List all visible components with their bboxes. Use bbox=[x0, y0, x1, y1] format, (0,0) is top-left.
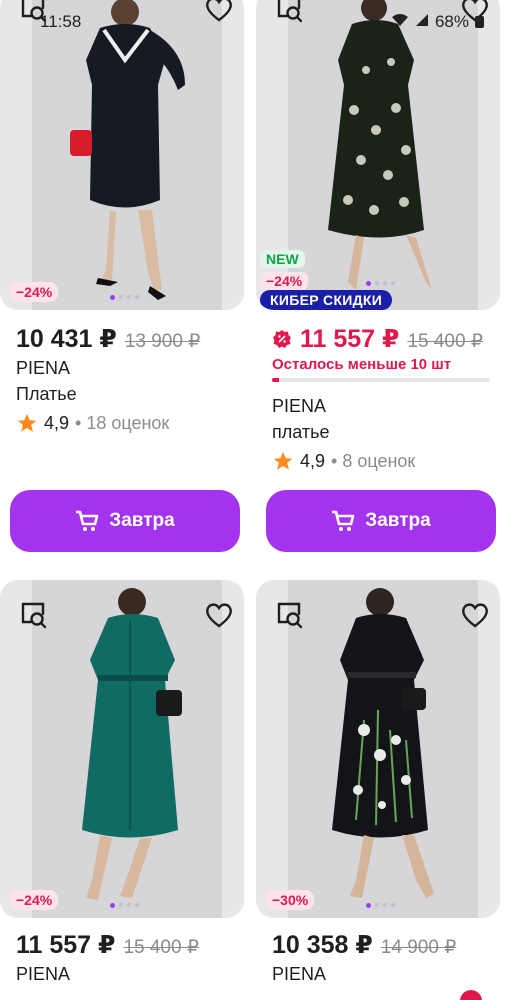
price-current: 11 557 ₽ bbox=[16, 931, 116, 959]
image-pager bbox=[366, 903, 395, 908]
find-similar-icon bbox=[21, 602, 47, 629]
button-label: Завтра bbox=[109, 510, 175, 531]
stock-bar-fill bbox=[272, 378, 279, 382]
discount-badge: −24% bbox=[10, 282, 59, 302]
rating: 4,9 • 18 оценок bbox=[16, 412, 169, 434]
image-pager bbox=[366, 281, 395, 286]
image-pager bbox=[110, 903, 139, 908]
price-old: 15 400 ₽ bbox=[123, 937, 199, 958]
find-similar-icon bbox=[21, 0, 47, 23]
brand-name[interactable]: PIENA bbox=[272, 964, 326, 985]
delivery-tomorrow-button[interactable]: Завтра bbox=[10, 490, 240, 552]
heart-icon bbox=[206, 0, 232, 22]
favorite-button[interactable] bbox=[458, 598, 492, 632]
price-current: 11 557 ₽ bbox=[300, 325, 400, 353]
discount-badge: −30% bbox=[266, 890, 315, 910]
product-image[interactable]: NEW −24% КИБЕР СКИДКИ bbox=[256, 0, 500, 310]
heart-icon bbox=[206, 603, 232, 628]
product-card[interactable]: −24% 10 431 ₽ 13 900 ₽ PIENA Платье 4,9 … bbox=[0, 0, 244, 570]
find-similar-button[interactable] bbox=[272, 598, 306, 632]
star-icon bbox=[17, 413, 37, 432]
cart-icon bbox=[76, 510, 99, 531]
promo-percent-icon bbox=[273, 330, 291, 348]
find-similar-button[interactable] bbox=[272, 0, 306, 26]
image-pager bbox=[110, 295, 139, 300]
discount-badge: −24% bbox=[260, 272, 309, 290]
star-icon bbox=[273, 451, 293, 470]
product-card[interactable]: NEW −24% КИБЕР СКИДКИ 11 557 ₽ 15 400 ₽ … bbox=[256, 0, 500, 570]
low-stock-text: Осталось меньше 10 шт bbox=[272, 356, 452, 373]
find-similar-icon bbox=[277, 0, 303, 23]
heart-icon bbox=[462, 0, 488, 22]
brand-name[interactable]: PIENA bbox=[16, 358, 70, 379]
favorite-button[interactable] bbox=[202, 598, 236, 632]
rating-value: 4,9 bbox=[300, 450, 326, 471]
favorite-button[interactable] bbox=[458, 0, 492, 26]
find-similar-button[interactable] bbox=[16, 598, 50, 632]
product-type: Платье bbox=[16, 384, 77, 404]
price-old: 14 900 ₽ bbox=[380, 937, 457, 958]
brand-name[interactable]: PIENA bbox=[16, 964, 70, 985]
delivery-tomorrow-button[interactable]: Завтра bbox=[266, 490, 496, 552]
discount-badge: −24% bbox=[10, 890, 59, 910]
reviews-count: • 8 оценок bbox=[331, 450, 416, 471]
cyber-sale-badge: КИБЕР СКИДКИ bbox=[260, 290, 393, 310]
product-card[interactable]: −30% 10 358 ₽ 14 900 ₽ PIENA bbox=[256, 580, 500, 1000]
price-current: 10 358 ₽ bbox=[272, 931, 373, 959]
price-current: 10 431 ₽ bbox=[16, 325, 117, 353]
cart-icon bbox=[332, 510, 355, 531]
heart-icon bbox=[462, 603, 488, 628]
rating: 4,9 • 8 оценок bbox=[272, 450, 415, 472]
product-card[interactable]: −24% 11 557 ₽ 15 400 ₽ PIENA bbox=[0, 580, 244, 1000]
product-image[interactable]: −24% bbox=[0, 0, 244, 310]
rating-value: 4,9 bbox=[44, 412, 70, 433]
price-row: 11 557 ₽ 15 400 ₽ bbox=[16, 930, 199, 960]
price-row: 10 358 ₽ 14 900 ₽ bbox=[272, 930, 456, 960]
favorite-button[interactable] bbox=[202, 0, 236, 26]
button-label: Завтра bbox=[365, 510, 431, 531]
product-type: платье bbox=[272, 422, 330, 442]
price-old: 15 400 ₽ bbox=[407, 331, 483, 352]
brand-name[interactable]: PIENA bbox=[272, 396, 326, 417]
price-old: 13 900 ₽ bbox=[124, 331, 201, 352]
price-row: 11 557 ₽ 15 400 ₽ bbox=[272, 324, 483, 354]
find-similar-button[interactable] bbox=[16, 0, 50, 26]
dress-photo bbox=[70, 0, 185, 300]
stock-bar bbox=[272, 378, 490, 382]
new-badge: NEW bbox=[260, 250, 305, 268]
reviews-count: • 18 оценок bbox=[75, 412, 170, 433]
find-similar-icon bbox=[277, 602, 303, 629]
price-row: 10 431 ₽ 13 900 ₽ bbox=[16, 324, 200, 354]
